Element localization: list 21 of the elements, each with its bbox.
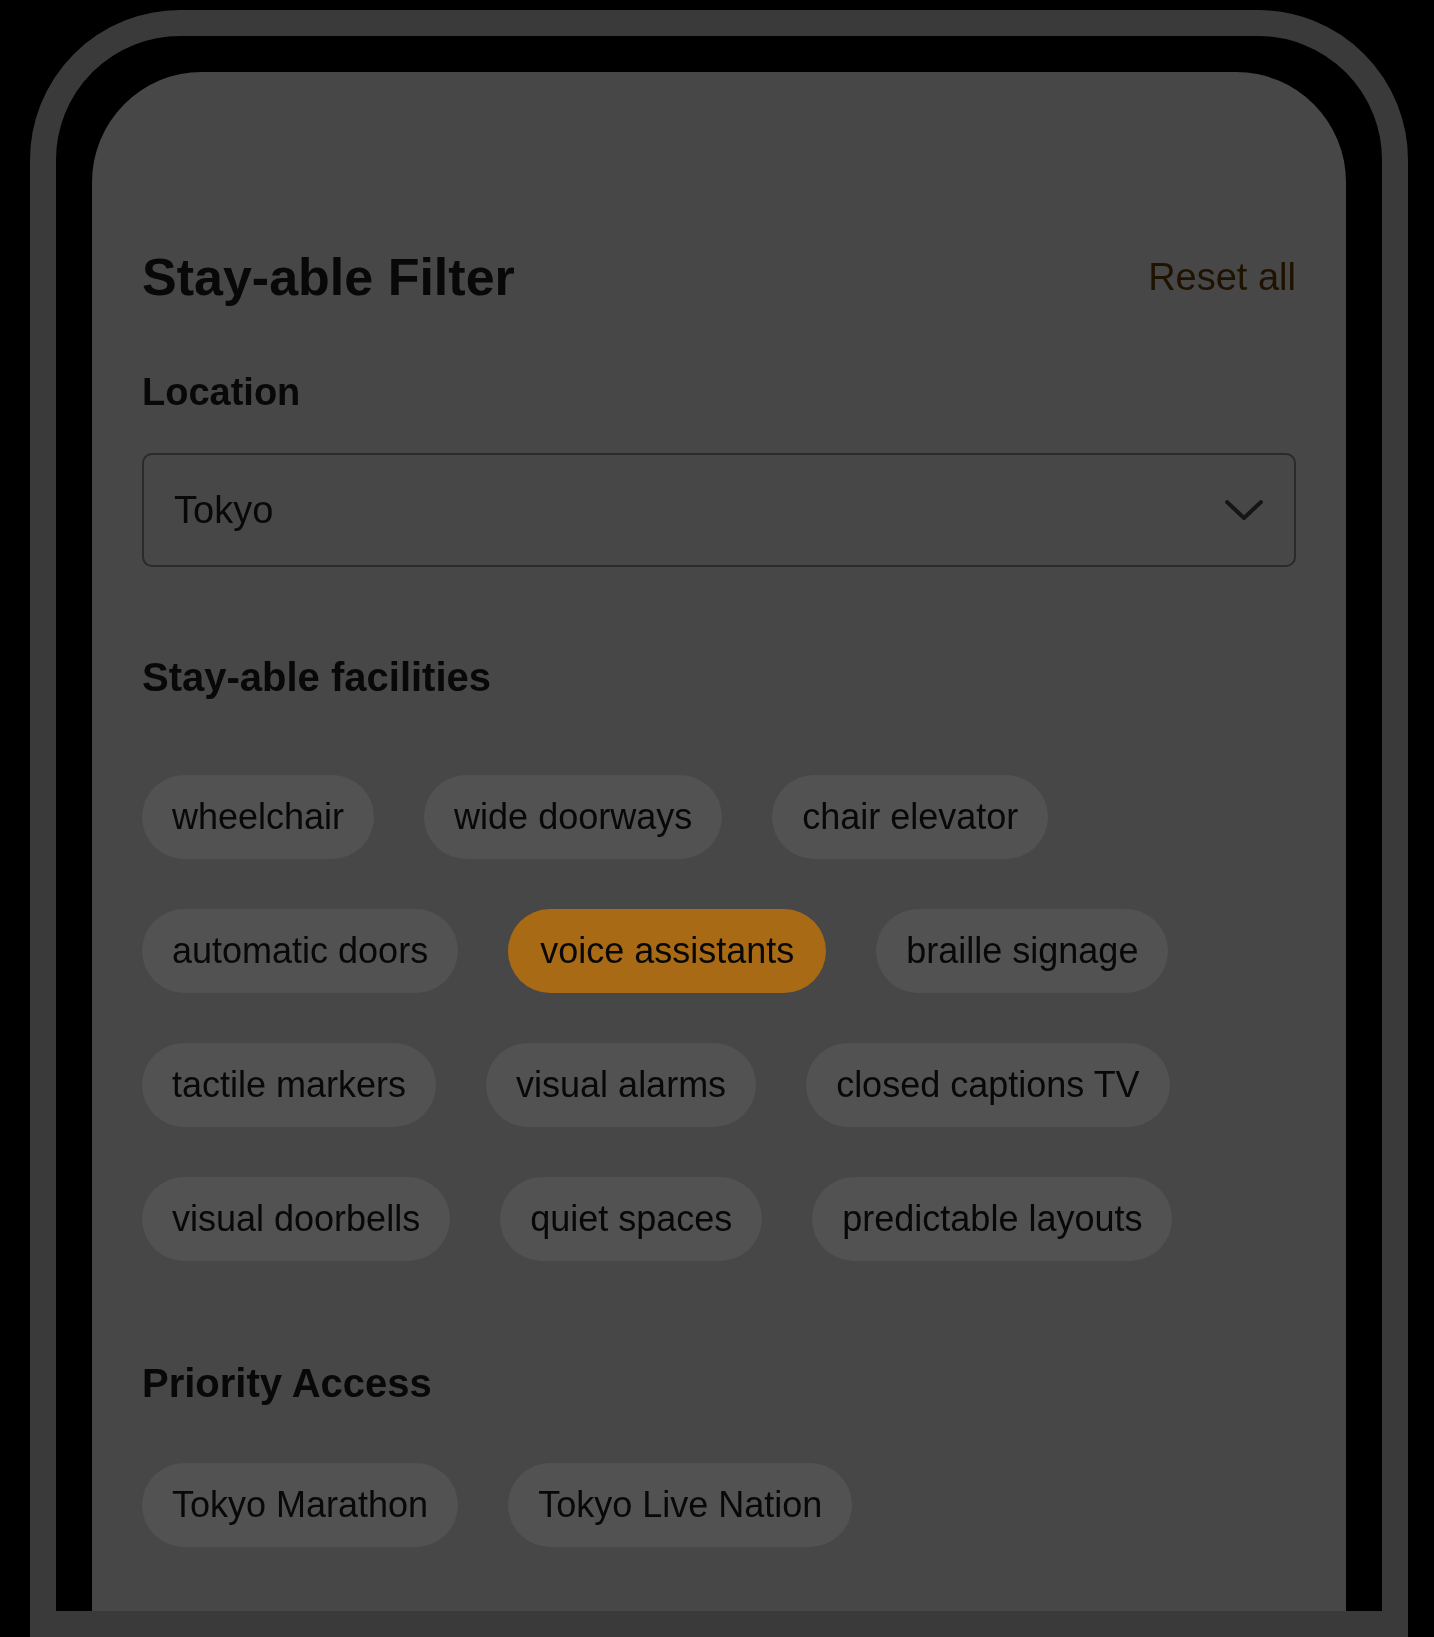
filter-chip[interactable]: Tokyo Live Nation [508,1463,853,1547]
filter-chip[interactable]: Tokyo Marathon [142,1463,459,1547]
filter-chip[interactable]: wide doorways [424,775,723,859]
chevron-down-icon [1224,498,1264,522]
location-dropdown[interactable]: Tokyo [142,453,1296,567]
filter-chip[interactable]: closed captions TV [806,1043,1170,1127]
filter-chip[interactable]: predictable layouts [812,1177,1173,1261]
filter-chip[interactable]: automatic doors [142,909,459,993]
filter-chip[interactable]: wheelchair [142,775,375,859]
reset-all-link[interactable]: Reset all [1148,248,1296,306]
screen-title: Stay-able Filter [142,247,515,308]
filter-chip[interactable]: visual alarms [486,1043,757,1127]
filter-chip[interactable]: visual doorbells [142,1177,451,1261]
filter-chip[interactable]: chair elevator [772,775,1049,859]
filter-chip[interactable]: tactile markers [142,1043,437,1127]
location-label: Location [142,370,301,415]
section-heading: Priority Access [142,1360,432,1407]
section-heading: Stay-able facilities [142,654,492,701]
filter-chip[interactable]: braille signage [876,909,1169,993]
filter-chip[interactable]: quiet spaces [500,1177,763,1261]
filter-chip[interactable]: voice assistants [508,909,827,993]
